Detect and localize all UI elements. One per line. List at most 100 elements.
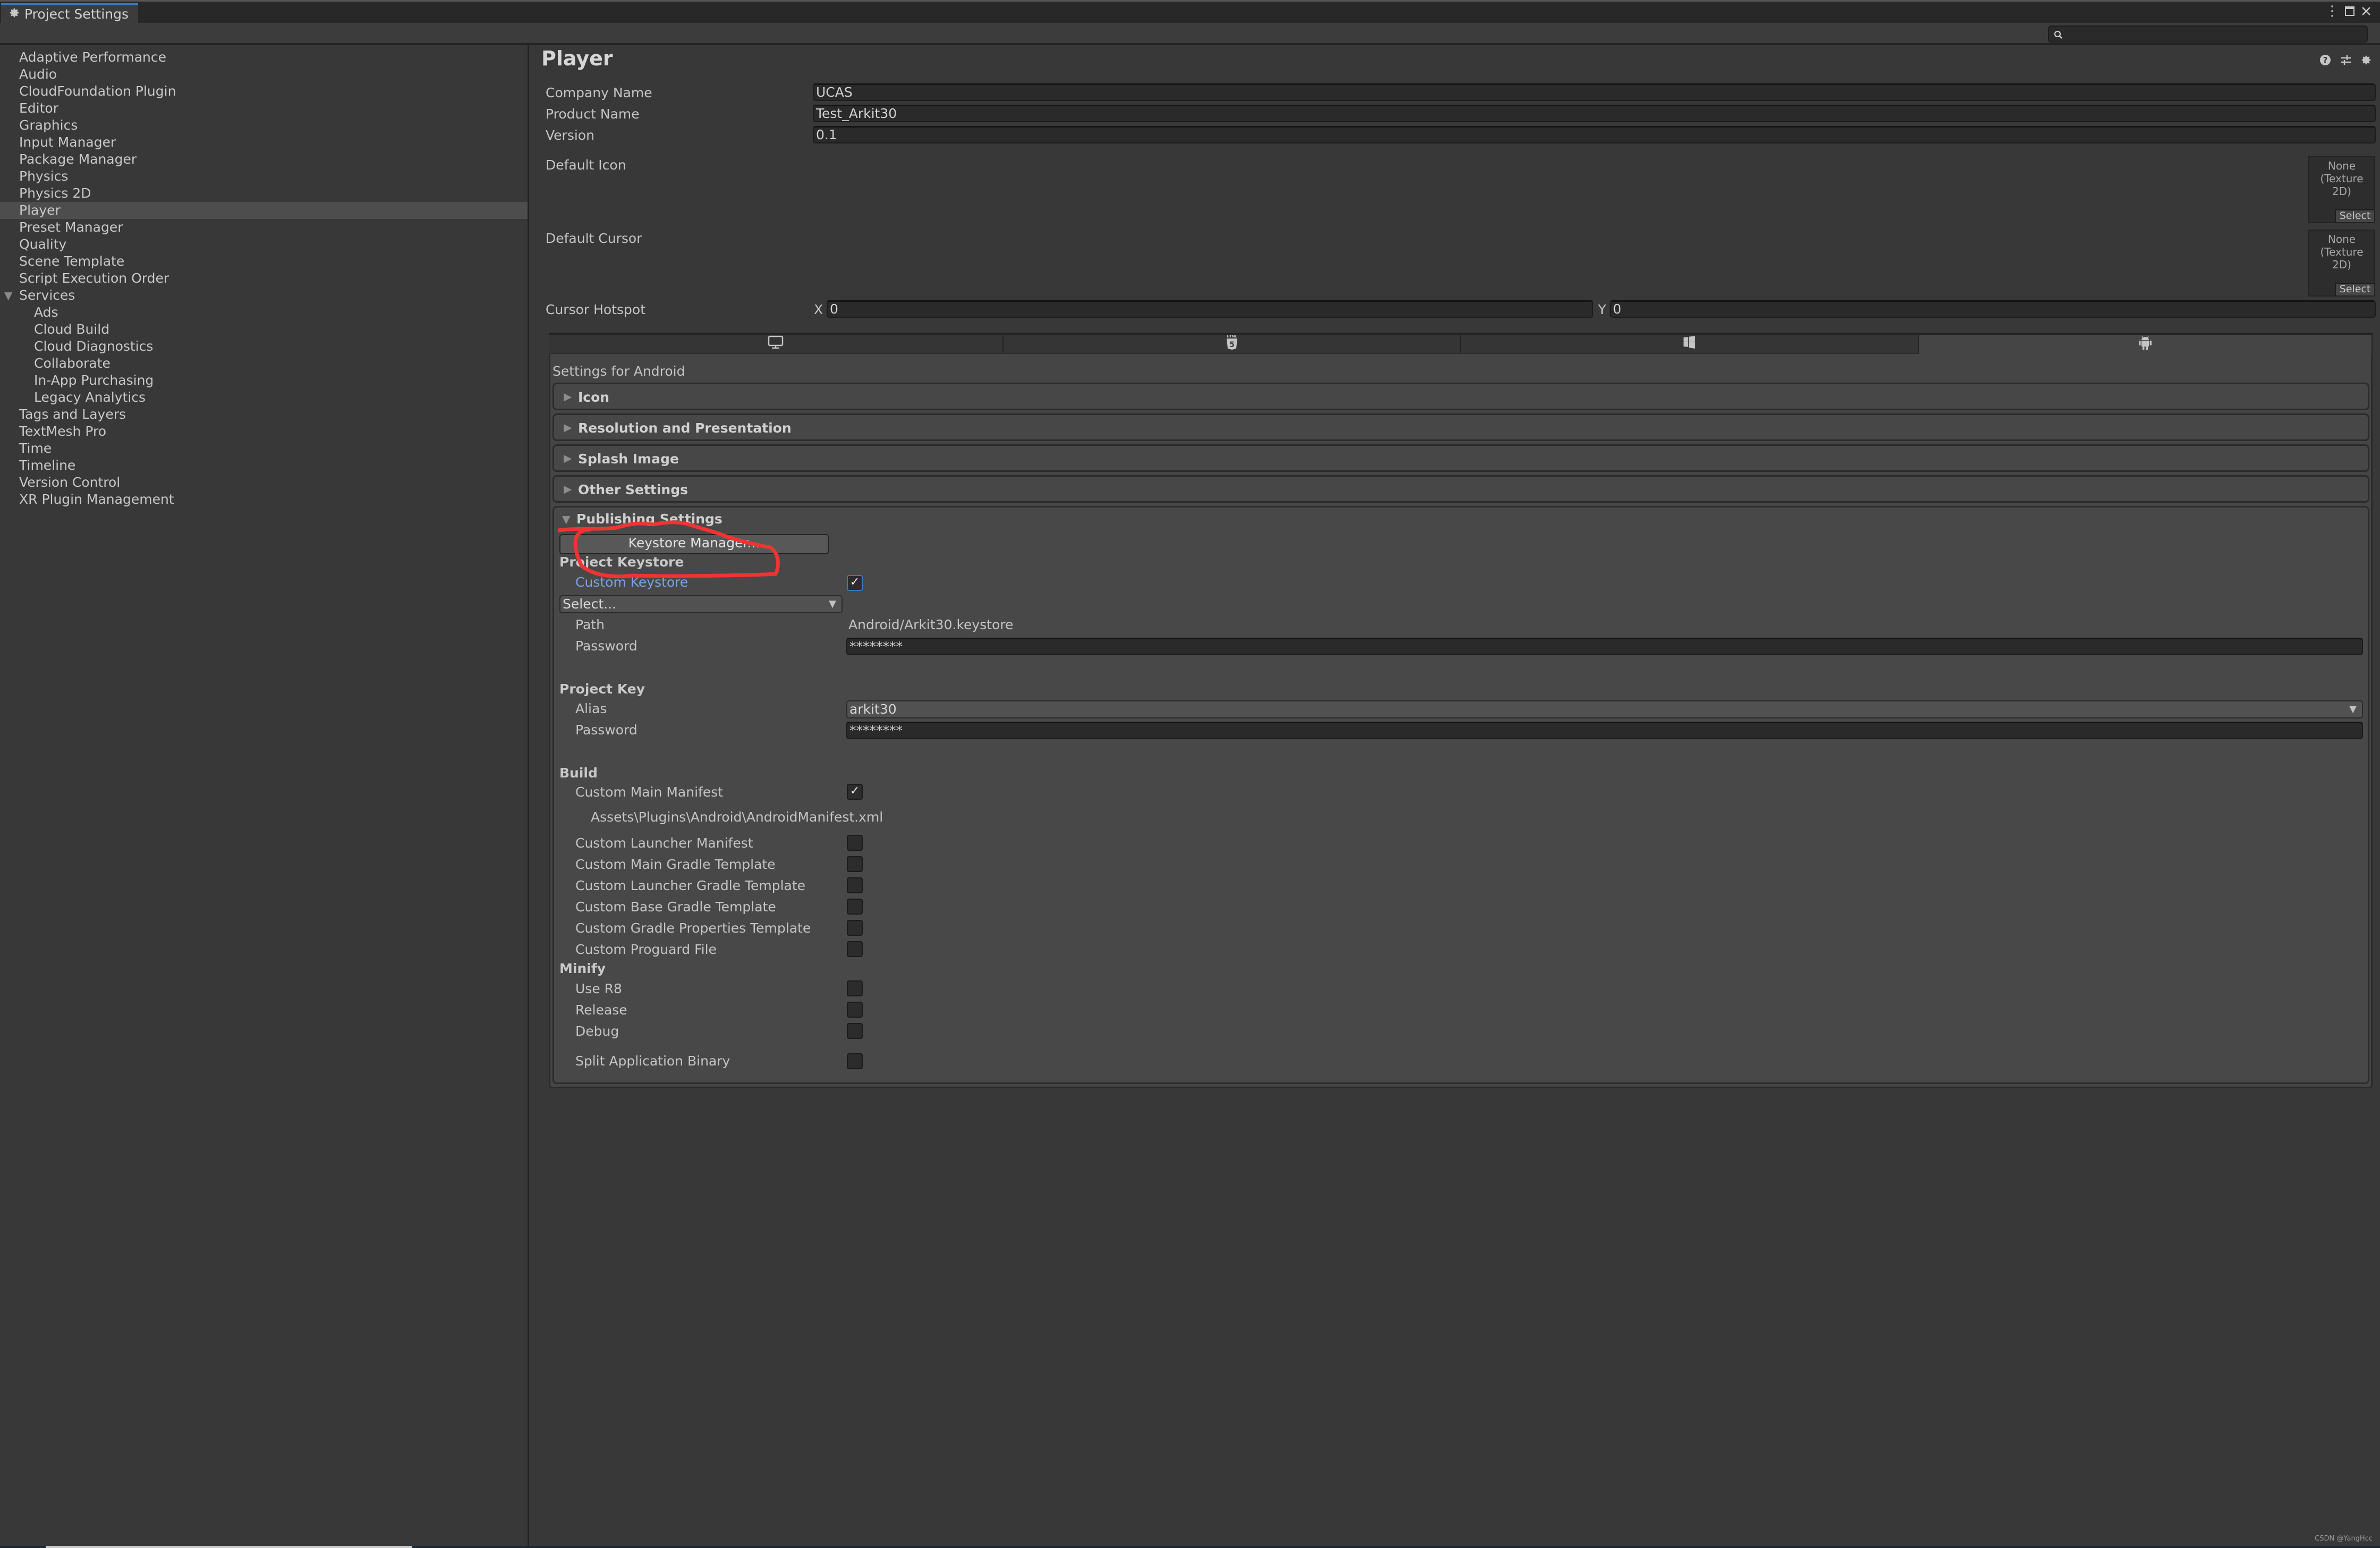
sidebar-item-label: Services: [19, 287, 75, 303]
sidebar-item-label: Cloud Diagnostics: [34, 339, 154, 354]
chevron-right-icon: ▶: [564, 483, 572, 495]
sidebar-item[interactable]: CloudFoundation Plugin: [0, 83, 528, 100]
select-button[interactable]: Select: [2335, 209, 2374, 222]
build-header: Build: [559, 765, 598, 781]
maximize-icon[interactable]: [2344, 3, 2356, 19]
tab-android[interactable]: [1919, 335, 2373, 354]
settings-gear-icon[interactable]: [2359, 53, 2373, 67]
sidebar-item[interactable]: Preset Manager: [0, 219, 528, 236]
option-label: Custom Base Gradle Template: [575, 899, 776, 915]
company-name-field[interactable]: UCAS: [813, 83, 2376, 101]
foldout-icon[interactable]: ▶ Icon: [552, 383, 2369, 410]
close-icon[interactable]: [2360, 3, 2373, 19]
sidebar-item[interactable]: Collaborate: [0, 355, 528, 372]
option-checkbox[interactable]: [847, 1002, 863, 1018]
sidebar-item-label: Package Manager: [19, 151, 137, 167]
tab-windows-store[interactable]: [1461, 335, 1919, 353]
sidebar-item-label: Physics: [19, 168, 69, 184]
sidebar-item-label: Timeline: [19, 458, 76, 473]
tab-project-settings[interactable]: Project Settings: [1, 3, 138, 23]
foldout-title: Icon: [578, 390, 610, 405]
chevron-down-icon[interactable]: ▼: [562, 513, 570, 526]
option-label: Use R8: [575, 981, 622, 996]
sidebar-item[interactable]: Physics: [0, 168, 528, 185]
key-password-field[interactable]: ********: [846, 722, 2363, 739]
sidebar-item-label: Scene Template: [19, 253, 125, 269]
sidebar-item[interactable]: Quality: [0, 236, 528, 253]
sidebar-item[interactable]: Script Execution Order: [0, 270, 528, 287]
presets-icon[interactable]: [2339, 53, 2353, 67]
sidebar-item[interactable]: Input Manager: [0, 134, 528, 151]
sidebar-item-label: Time: [19, 441, 52, 456]
horizontal-scrollbar[interactable]: [46, 1546, 412, 1548]
windows-icon: [1683, 335, 1696, 352]
foldout-resolution-and-presentation[interactable]: ▶ Resolution and Presentation: [552, 413, 2369, 441]
sidebar-item[interactable]: Timeline: [0, 457, 528, 474]
option-label: Custom Proguard File: [575, 942, 717, 957]
sidebar-item[interactable]: Audio: [0, 66, 528, 83]
sidebar-item[interactable]: Package Manager: [0, 151, 528, 168]
option-checkbox[interactable]: [847, 1023, 863, 1039]
option-label: Custom Main Gradle Template: [575, 857, 776, 872]
publishing-settings-panel: [552, 506, 2369, 1084]
tab-webgl[interactable]: HTML 5: [1004, 335, 1461, 353]
publishing-settings-title[interactable]: Publishing Settings: [576, 511, 722, 527]
project-keystore-header: Project Keystore: [559, 554, 684, 570]
hotspot-y-label: Y: [1598, 302, 1606, 317]
default-icon-object-field[interactable]: None (Texture 2D) Select: [2308, 156, 2375, 223]
svg-text:?: ?: [2323, 55, 2328, 65]
cursor-hotspot-label: Cursor Hotspot: [546, 302, 646, 317]
select-button[interactable]: Select: [2335, 283, 2374, 295]
option-label: Custom Launcher Gradle Template: [575, 878, 806, 893]
more-options-icon[interactable]: ⋮: [2325, 3, 2339, 19]
sidebar-item[interactable]: Graphics: [0, 117, 528, 134]
option-checkbox[interactable]: [847, 941, 863, 957]
option-checkbox[interactable]: [847, 877, 863, 893]
sidebar-item[interactable]: ▼ Services: [0, 287, 528, 304]
version-label: Version: [546, 128, 594, 143]
sidebar-item[interactable]: Time: [0, 440, 528, 457]
sidebar-item[interactable]: TextMesh Pro: [0, 423, 528, 440]
sidebar-item[interactable]: XR Plugin Management: [0, 491, 528, 508]
sidebar-item[interactable]: Adaptive Performance: [0, 49, 528, 66]
foldout-splash-image[interactable]: ▶ Splash Image: [552, 444, 2369, 472]
sidebar-item[interactable]: Ads: [0, 304, 528, 321]
foldout-other-settings[interactable]: ▶ Other Settings: [552, 475, 2369, 503]
sidebar-item[interactable]: Scene Template: [0, 253, 528, 270]
keystore-manager-button[interactable]: Keystore Manager...: [559, 534, 829, 554]
option-checkbox[interactable]: [847, 835, 863, 851]
sidebar-item[interactable]: Tags and Layers: [0, 406, 528, 423]
sidebar-item[interactable]: Cloud Diagnostics: [0, 338, 528, 355]
option-checkbox[interactable]: [847, 899, 863, 915]
tab-standalone[interactable]: [549, 335, 1004, 353]
sidebar-item-label: Editor: [19, 100, 58, 116]
option-checkbox[interactable]: [847, 980, 863, 996]
sidebar-item-label: Cloud Build: [34, 322, 110, 337]
custom-main-manifest-checkbox[interactable]: ✓: [847, 784, 863, 800]
hotspot-y-field[interactable]: 0: [1610, 300, 2376, 318]
custom-keystore-checkbox[interactable]: ✓: [847, 575, 863, 591]
search-input[interactable]: [2048, 26, 2368, 43]
hotspot-x-field[interactable]: 0: [827, 300, 1593, 318]
sidebar-item[interactable]: Physics 2D: [0, 185, 528, 202]
sidebar-item[interactable]: Cloud Build: [0, 321, 528, 338]
keystore-select-dropdown[interactable]: Select... ▼: [559, 595, 843, 613]
sidebar-item-label: Player: [19, 202, 61, 218]
help-icon[interactable]: ?: [2318, 53, 2332, 67]
version-field[interactable]: 0.1: [813, 126, 2376, 143]
alias-dropdown[interactable]: arkit30 ▼: [846, 700, 2363, 718]
split-binary-checkbox[interactable]: [847, 1053, 863, 1069]
sidebar-item[interactable]: Version Control: [0, 474, 528, 491]
option-checkbox[interactable]: [847, 856, 863, 872]
option-label: Custom Gradle Properties Template: [575, 920, 811, 936]
default-cursor-object-field[interactable]: None (Texture 2D) Select: [2308, 230, 2375, 297]
sidebar-item[interactable]: Legacy Analytics: [0, 389, 528, 406]
keystore-password-field[interactable]: ********: [846, 638, 2363, 655]
option-label: Debug: [575, 1023, 619, 1039]
option-checkbox[interactable]: [847, 920, 863, 936]
sidebar-item[interactable]: Player: [0, 202, 528, 219]
chevron-down-icon[interactable]: ▼: [4, 287, 12, 304]
sidebar-item[interactable]: In-App Purchasing: [0, 372, 528, 389]
product-name-field[interactable]: Test_Arkit30: [813, 105, 2376, 122]
sidebar-item[interactable]: Editor: [0, 100, 528, 117]
